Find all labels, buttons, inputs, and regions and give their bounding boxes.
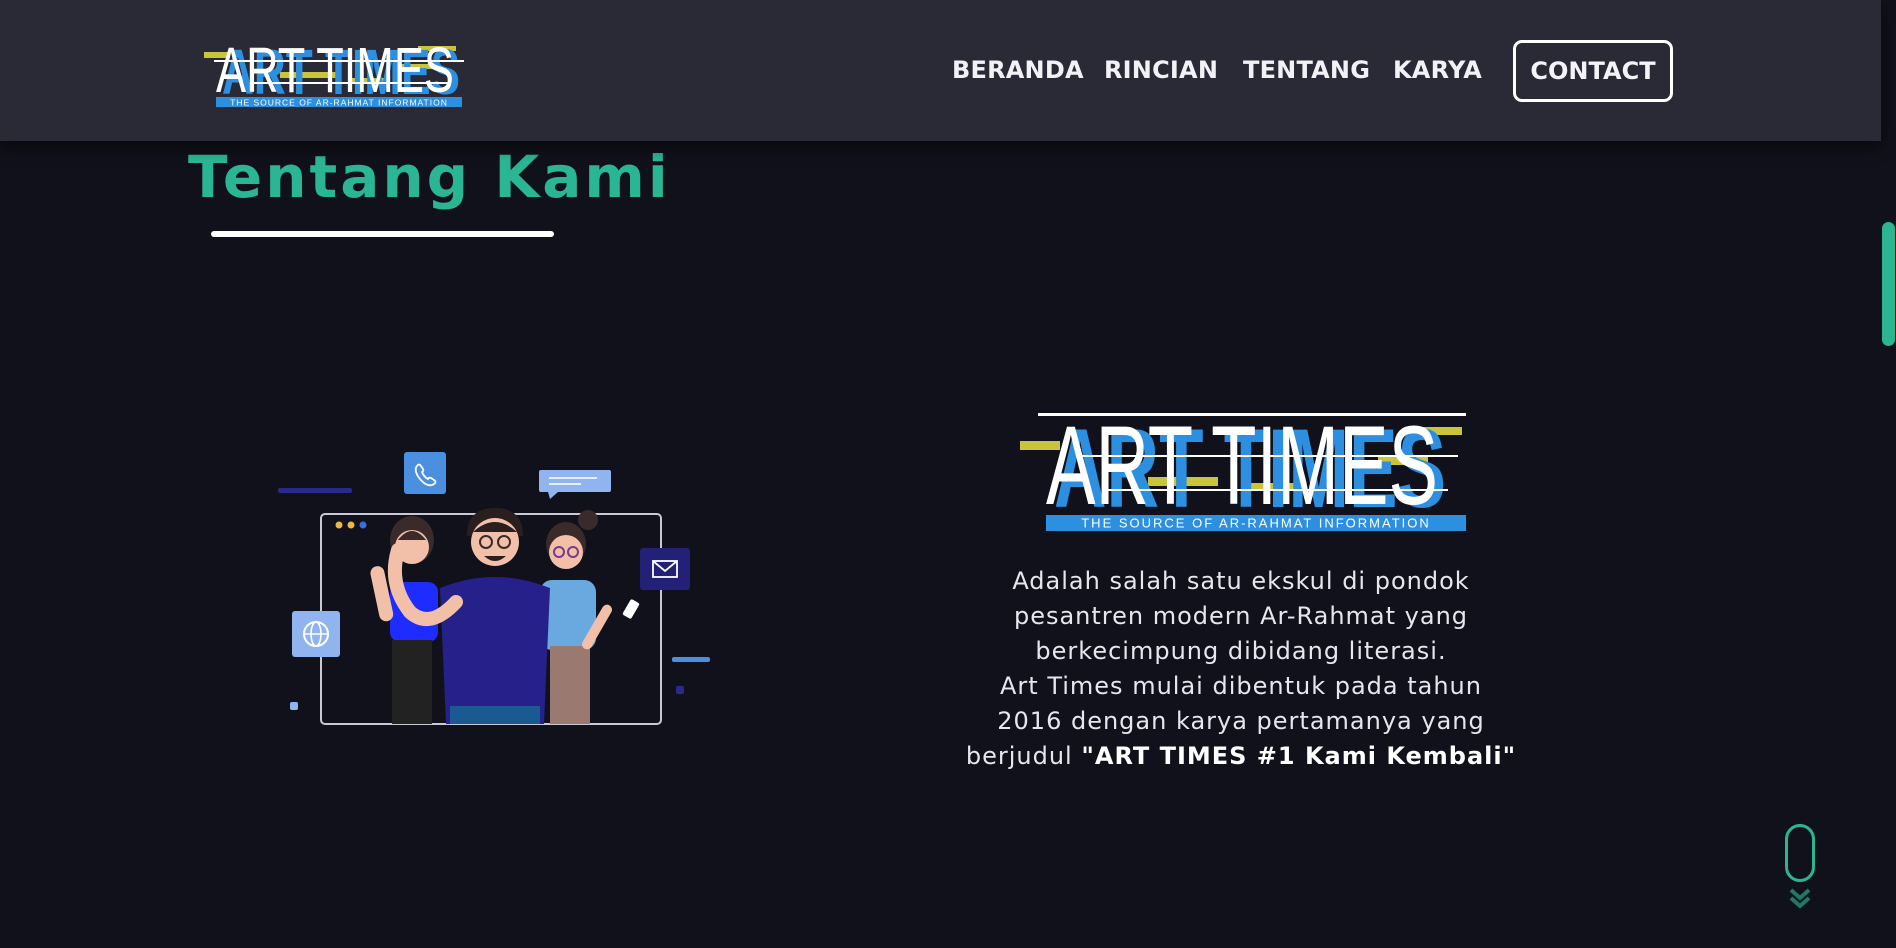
- scrollbar-thumb[interactable]: [1882, 222, 1895, 346]
- chat-bubble-icon: [539, 470, 611, 499]
- mouse-icon: [1785, 824, 1815, 882]
- about-description: Adalah salah satu ekskul di pondok pesan…: [960, 564, 1522, 774]
- nav-item-karya[interactable]: KARYA: [1393, 56, 1482, 84]
- section-title: Tentang Kami: [188, 143, 671, 211]
- description-last-line: berjudul "ART TIMES #1 Kami Kembali": [960, 739, 1522, 774]
- phone-icon: [404, 452, 446, 494]
- description-line: Art Times mulai dibentuk pada tahun: [1000, 672, 1482, 700]
- description-line: Adalah salah satu ekskul di pondok: [1012, 567, 1470, 595]
- chevron-down-icon: [1789, 888, 1811, 909]
- contact-button[interactable]: CONTACT: [1513, 40, 1673, 102]
- art-times-logo-large: ART TIMES ART TIMES THE SOURCE OF AR-RAH…: [1020, 405, 1466, 531]
- description-line: 2016 dengan karya pertamanya yang: [997, 707, 1485, 735]
- description-line-prefix: berjudul: [965, 742, 1082, 770]
- navbar: ART TIMES ART TIMES THE SOURCE OF AR-RAH…: [0, 0, 1881, 141]
- globe-icon: [292, 611, 340, 657]
- svg-text:ART TIMES: ART TIMES: [216, 34, 454, 106]
- team-illustration: [278, 452, 710, 725]
- scrollbar-track[interactable]: [1881, 0, 1896, 948]
- svg-text:ART TIMES: ART TIMES: [1046, 405, 1438, 528]
- svg-text:THE SOURCE OF AR-RAHMAT INFORM: THE SOURCE OF AR-RAHMAT INFORMATION: [230, 98, 448, 108]
- svg-text:THE SOURCE OF AR-RAHMAT INFORM: THE SOURCE OF AR-RAHMAT INFORMATION: [1081, 516, 1431, 531]
- person-right: [540, 510, 640, 724]
- work-title: "ART TIMES #1 Kami Kembali": [1081, 742, 1517, 770]
- nav-item-rincian[interactable]: RINCIAN: [1104, 56, 1218, 84]
- title-underline: [211, 231, 554, 237]
- mail-icon: [640, 548, 690, 590]
- nav-item-beranda[interactable]: BERANDA: [952, 56, 1084, 84]
- description-line: berkecimpung dibidang literasi.: [1035, 637, 1447, 665]
- scroll-down-button[interactable]: [1783, 822, 1817, 910]
- art-times-logo[interactable]: ART TIMES ART TIMES THE SOURCE OF AR-RAH…: [200, 34, 474, 108]
- nav-item-tentang[interactable]: TENTANG: [1243, 56, 1370, 84]
- description-line: pesantren modern Ar-Rahmat yang: [1013, 602, 1469, 630]
